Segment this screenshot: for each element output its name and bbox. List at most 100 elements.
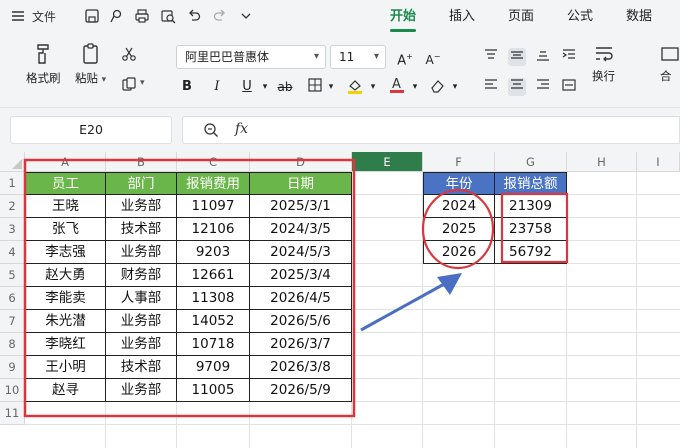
- row-header-1[interactable]: 1: [0, 172, 25, 195]
- font-color-icon[interactable]: A: [388, 76, 406, 94]
- summary-header-cell[interactable]: 年份: [423, 172, 495, 195]
- align-middle-icon[interactable]: [508, 48, 526, 66]
- save-icon[interactable]: [84, 8, 100, 24]
- table-cell[interactable]: 技术部: [106, 356, 177, 379]
- fill-dropdown-icon[interactable]: ▾: [364, 78, 382, 96]
- format-painter-button[interactable]: 格式刷: [26, 42, 61, 86]
- print-icon[interactable]: [134, 8, 150, 24]
- name-box[interactable]: E20: [10, 116, 172, 144]
- table-cell[interactable]: 11308: [177, 287, 250, 310]
- row-header-4[interactable]: 4: [0, 241, 25, 264]
- table-cell[interactable]: 11097: [177, 195, 250, 218]
- align-bottom-icon[interactable]: [534, 48, 552, 66]
- tab-home[interactable]: 开始: [390, 6, 416, 28]
- clear-dropdown-icon[interactable]: ▾: [446, 78, 464, 96]
- summary-cell[interactable]: 2024: [423, 195, 495, 218]
- spreadsheet-grid[interactable]: ABCDEFGHI 1 2 3 4 5 6 7 8 9 10 11 员工 部门 报销费用 日期 王晓 业务部 1…: [0, 152, 680, 448]
- summary-cell[interactable]: 21309: [495, 195, 567, 218]
- tab-formula[interactable]: 公式: [567, 6, 593, 28]
- font-size-select[interactable]: 11 ▾: [330, 45, 386, 69]
- wrap-text-button[interactable]: 换行: [592, 44, 615, 84]
- undo-icon[interactable]: [186, 8, 202, 24]
- italic-icon[interactable]: I: [208, 78, 226, 96]
- table-cell[interactable]: 2026/3/7: [250, 333, 352, 356]
- row-header-6[interactable]: 6: [0, 287, 25, 310]
- table-cell[interactable]: 业务部: [106, 333, 177, 356]
- copy-dropdown-icon[interactable]: ▾: [140, 78, 145, 88]
- table-cell[interactable]: 业务部: [106, 195, 177, 218]
- redo-icon[interactable]: [212, 8, 228, 24]
- font-name-select[interactable]: 阿里巴巴普惠体 ▾: [176, 45, 326, 69]
- table-cell[interactable]: 11005: [177, 379, 250, 402]
- table-header-cell[interactable]: 日期: [250, 172, 352, 195]
- underline-dropdown-icon[interactable]: ▾: [256, 78, 274, 96]
- align-right-icon[interactable]: [534, 78, 552, 96]
- row-header-3[interactable]: 3: [0, 218, 25, 241]
- tab-insert[interactable]: 插入: [449, 6, 475, 28]
- print-preview-icon[interactable]: [160, 8, 176, 24]
- table-cell[interactable]: 朱光潜: [25, 310, 106, 333]
- table-cell[interactable]: 2026/5/9: [250, 379, 352, 402]
- distribute-icon[interactable]: [560, 78, 578, 96]
- merge-button[interactable]: 合: [660, 44, 680, 84]
- menu-icon[interactable]: [10, 8, 26, 24]
- column-header-e[interactable]: E: [352, 152, 423, 172]
- table-cell[interactable]: 王晓: [25, 195, 106, 218]
- row-header-7[interactable]: 7: [0, 310, 25, 333]
- cut-icon[interactable]: [120, 46, 138, 64]
- table-cell[interactable]: 2025/3/4: [250, 264, 352, 287]
- table-cell[interactable]: 人事部: [106, 287, 177, 310]
- increase-font-icon[interactable]: A+: [396, 48, 414, 68]
- table-cell[interactable]: 2026/4/5: [250, 287, 352, 310]
- table-cell[interactable]: 技术部: [106, 218, 177, 241]
- summary-cell[interactable]: 23758: [495, 218, 567, 241]
- column-header-i[interactable]: I: [637, 152, 680, 172]
- align-top-icon[interactable]: [482, 48, 500, 66]
- row-header-11[interactable]: 11: [0, 402, 25, 425]
- clear-format-icon[interactable]: [428, 78, 446, 96]
- formula-input[interactable]: fx: [182, 116, 680, 144]
- row-header-8[interactable]: 8: [0, 333, 25, 356]
- underline-icon[interactable]: U: [238, 78, 256, 96]
- table-cell[interactable]: 2026/5/6: [250, 310, 352, 333]
- table-cell[interactable]: 2025/3/1: [250, 195, 352, 218]
- align-center-icon[interactable]: [508, 78, 526, 96]
- decrease-font-icon[interactable]: A−: [424, 48, 442, 67]
- paste-button[interactable]: 粘贴 ▾: [75, 42, 106, 86]
- fill-color-icon[interactable]: [346, 78, 364, 96]
- table-cell[interactable]: 张飞: [25, 218, 106, 241]
- column-header-f[interactable]: F: [423, 152, 495, 172]
- zoom-search-icon[interactable]: [203, 122, 219, 141]
- table-cell[interactable]: 2024/3/5: [250, 218, 352, 241]
- summary-cell[interactable]: 2025: [423, 218, 495, 241]
- tab-page[interactable]: 页面: [508, 6, 534, 28]
- align-left-icon[interactable]: [482, 78, 500, 96]
- table-cell[interactable]: 王小明: [25, 356, 106, 379]
- table-cell[interactable]: 业务部: [106, 310, 177, 333]
- share-icon[interactable]: [108, 8, 124, 24]
- column-header-c[interactable]: C: [177, 152, 250, 172]
- row-header-9[interactable]: 9: [0, 356, 25, 379]
- paste-dropdown-icon[interactable]: ▾: [102, 75, 107, 85]
- table-header-cell[interactable]: 报销费用: [177, 172, 250, 195]
- table-header-cell[interactable]: 员工: [25, 172, 106, 195]
- column-header-a[interactable]: A: [25, 152, 106, 172]
- row-header-2[interactable]: 2: [0, 195, 25, 218]
- row-header-5[interactable]: 5: [0, 264, 25, 287]
- fx-icon[interactable]: fx: [235, 121, 248, 137]
- table-cell[interactable]: 2026/3/8: [250, 356, 352, 379]
- summary-cell[interactable]: 2026: [423, 241, 495, 264]
- tab-data[interactable]: 数据: [626, 6, 652, 28]
- table-cell[interactable]: 2024/5/3: [250, 241, 352, 264]
- summary-header-cell[interactable]: 报销总额: [495, 172, 567, 195]
- copy-icon[interactable]: [120, 76, 138, 94]
- file-menu[interactable]: 文件: [32, 7, 56, 27]
- table-header-cell[interactable]: 部门: [106, 172, 177, 195]
- table-cell[interactable]: 李能卖: [25, 287, 106, 310]
- table-cell[interactable]: 业务部: [106, 241, 177, 264]
- table-cell[interactable]: 12661: [177, 264, 250, 287]
- table-cell[interactable]: 9203: [177, 241, 250, 264]
- border-dropdown-icon[interactable]: ▾: [322, 78, 340, 96]
- table-cell[interactable]: 14052: [177, 310, 250, 333]
- column-header-g[interactable]: G: [495, 152, 567, 172]
